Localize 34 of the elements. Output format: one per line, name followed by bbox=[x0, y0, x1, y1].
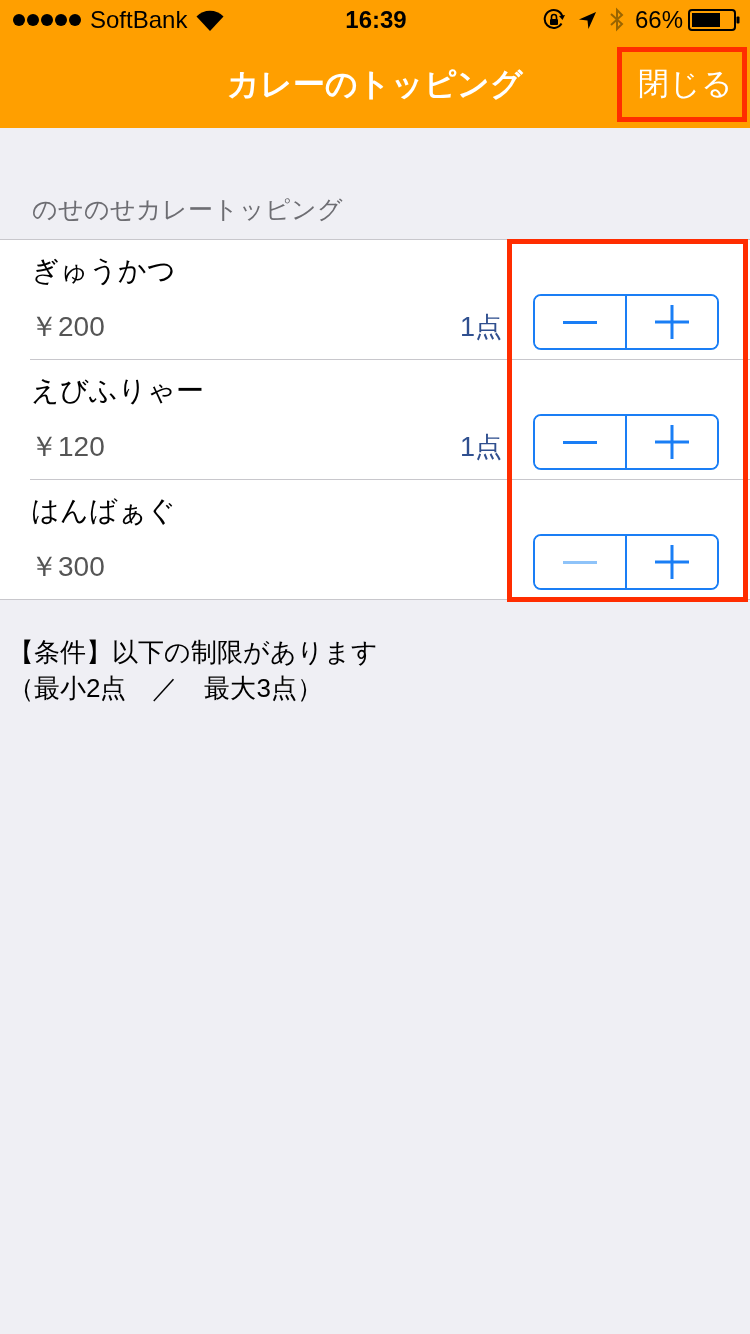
section-header: のせのせカレートッピング bbox=[31, 194, 344, 225]
plus-icon bbox=[655, 545, 689, 579]
carrier-name: SoftBank bbox=[90, 6, 188, 34]
item-price: ￥200 bbox=[30, 310, 106, 344]
item-price: ￥120 bbox=[30, 430, 106, 464]
item-count: 1点 bbox=[459, 431, 502, 464]
plus-icon bbox=[655, 425, 689, 459]
quantity-stepper[interactable] bbox=[533, 534, 719, 590]
minus-icon bbox=[563, 320, 597, 324]
clock-time: 16:39 bbox=[345, 6, 407, 34]
close-button[interactable]: 閉じる bbox=[631, 64, 733, 104]
minus-icon bbox=[563, 560, 597, 564]
minus-icon bbox=[563, 440, 597, 444]
quantity-stepper[interactable] bbox=[533, 414, 719, 470]
battery-icon bbox=[688, 8, 740, 32]
battery-percentage: 66% bbox=[634, 6, 683, 34]
condition-text: （最小2点 ／ 最大3点） bbox=[8, 672, 324, 705]
location-arrow-icon bbox=[577, 10, 597, 30]
item-price: ￥300 bbox=[30, 550, 106, 584]
item-name: ぎゅうかつ bbox=[30, 254, 177, 288]
item-name: はんばぁぐ bbox=[30, 494, 177, 528]
plus-button[interactable] bbox=[625, 536, 717, 588]
quantity-stepper[interactable] bbox=[533, 294, 719, 350]
plus-button[interactable] bbox=[625, 416, 717, 468]
condition-text: 【条件】以下の制限があります bbox=[8, 636, 379, 669]
signal-strength-icon bbox=[12, 13, 84, 27]
item-count: 1点 bbox=[459, 311, 502, 344]
bluetooth-icon bbox=[608, 7, 625, 33]
plus-button[interactable] bbox=[625, 296, 717, 348]
screen-title: カレーのトッピング bbox=[227, 65, 523, 104]
plus-icon bbox=[655, 305, 689, 339]
wifi-icon bbox=[196, 9, 225, 31]
item-name: えびふりゃー bbox=[30, 374, 205, 408]
rotation-lock-icon bbox=[541, 8, 566, 32]
